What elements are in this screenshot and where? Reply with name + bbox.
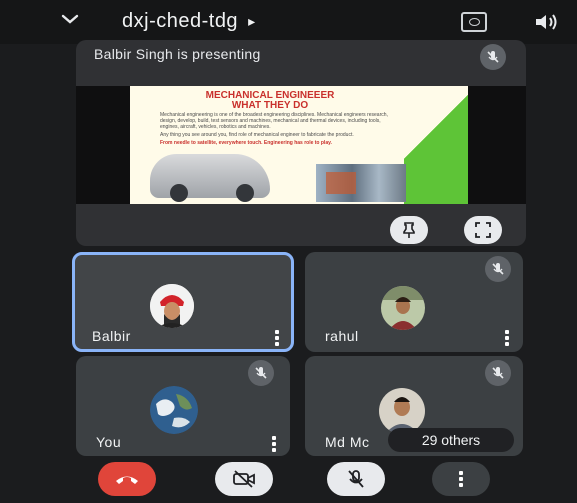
car-image — [150, 154, 270, 202]
participant-tile[interactable]: Balbir — [72, 252, 294, 352]
slide-bullet: Mechanical engineering is one of the bro… — [160, 112, 388, 130]
avatar — [381, 286, 425, 330]
fullscreen-icon — [475, 222, 491, 238]
mic-off-icon — [485, 256, 511, 282]
camera-off-icon — [233, 470, 255, 488]
top-bar: dxj-ched-tdg ▸ — [0, 0, 577, 44]
pin-button[interactable] — [390, 216, 428, 244]
pin-icon — [403, 222, 415, 238]
more-options-icon[interactable] — [272, 436, 276, 452]
more-options-button[interactable] — [432, 462, 490, 496]
others-count-badge[interactable]: 29 others — [388, 428, 514, 452]
camera-toggle-button[interactable] — [215, 462, 273, 496]
factory-image — [316, 164, 406, 202]
mic-off-icon — [348, 470, 364, 488]
presentation-panel[interactable]: Balbir Singh is presenting MECHANICAL EN… — [76, 40, 526, 246]
participant-name: rahul — [325, 328, 359, 344]
fullscreen-button[interactable] — [464, 216, 502, 244]
phone-hangup-icon — [116, 476, 138, 484]
meeting-details-arrow-icon: ▸ — [248, 13, 256, 29]
meeting-code: dxj-ched-tdg — [122, 10, 239, 32]
slide-body: Mechanical engineering is one of the bro… — [160, 112, 400, 148]
speaker-icon[interactable] — [533, 12, 561, 32]
mic-off-icon — [480, 44, 506, 70]
participant-tile[interactable]: You — [76, 356, 290, 456]
slide-bullet: From needle to satellite, everywhere tou… — [160, 140, 332, 146]
mic-off-icon — [248, 360, 274, 386]
avatar — [150, 386, 198, 434]
avatar — [150, 284, 194, 328]
participant-tile[interactable]: rahul — [305, 252, 523, 352]
slide-decoration — [404, 86, 468, 204]
presentation-slide: MECHANICAL ENGINEEER WHAT THEY DO Mechan… — [130, 86, 468, 204]
microphone-toggle-button[interactable] — [327, 462, 385, 496]
participant-name: You — [96, 434, 122, 450]
slide-title-line2: WHAT THEY DO — [231, 100, 309, 111]
presenting-label: Balbir Singh is presenting — [94, 46, 261, 62]
more-options-icon[interactable] — [275, 330, 279, 346]
slide-bullet: Any thing you see around you, find role … — [160, 132, 354, 138]
more-vert-icon — [459, 471, 463, 487]
mic-off-icon — [485, 360, 511, 386]
chevron-down-icon[interactable] — [58, 8, 82, 32]
end-call-button[interactable] — [98, 462, 156, 496]
shared-screen: MECHANICAL ENGINEEER WHAT THEY DO Mechan… — [76, 86, 526, 204]
participant-name: Balbir — [92, 328, 131, 344]
more-options-icon[interactable] — [505, 330, 509, 346]
participant-name: Md Mc — [325, 434, 370, 450]
switch-camera-icon[interactable] — [461, 12, 487, 32]
meeting-title[interactable]: dxj-ched-tdg ▸ — [122, 10, 256, 33]
